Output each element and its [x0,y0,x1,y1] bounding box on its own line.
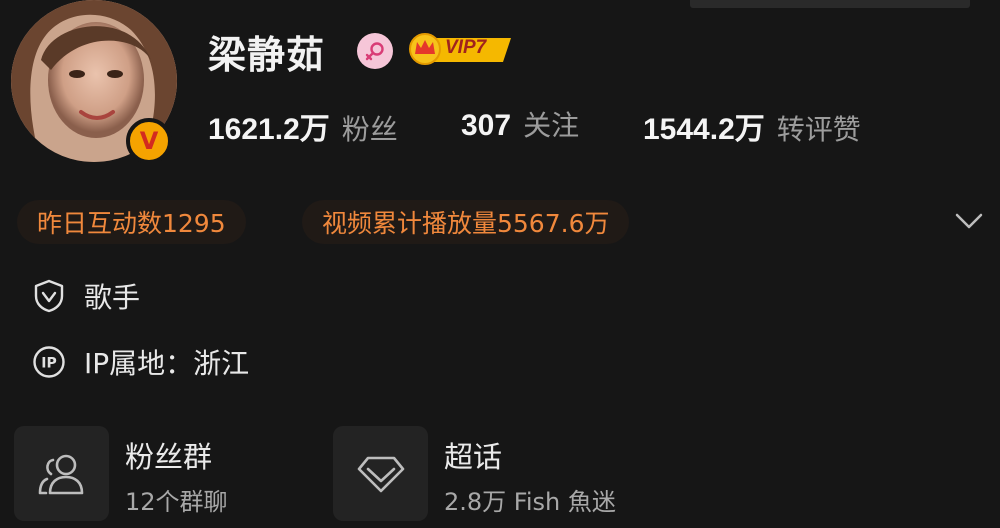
fan-group-title[interactable]: 粉丝群 [125,434,212,476]
top-cover-edge [690,0,970,8]
reposts-likes-count: 1544.2万 [643,113,765,146]
vip-level-label: VIP7 [445,37,487,58]
followers-label: 粉丝 [341,113,398,146]
fan-group-subtitle: 12个群聊 [125,488,228,516]
yesterday-interactions-pill[interactable]: 昨日互动数1295 [17,200,246,244]
occupation-row: 歌手 [32,276,140,316]
super-topic-subtitle: 2.8万 Fish 魚迷 [444,488,616,516]
occupation-text: 歌手 [84,281,141,314]
ip-location-text: IP属地：浙江 [84,347,250,380]
ip-icon: IP [32,345,66,379]
fan-group-card-icon[interactable] [14,426,109,521]
female-gender-icon [357,33,393,69]
svg-text:IP: IP [41,356,56,372]
verified-mark: V [139,127,159,155]
chevron-down-icon[interactable] [952,204,986,238]
following-label: 关注 [523,109,580,142]
diamond-icon [357,456,404,492]
video-plays-pill[interactable]: 视频累计播放量5567.6万 [302,200,630,244]
followers-count: 1621.2万 [208,113,330,146]
reposts-likes-label: 转评赞 [776,113,861,146]
stat-reposts-likes[interactable]: 1544.2万 转评赞 [643,104,861,148]
super-topic-card-icon[interactable] [333,426,428,521]
following-count: 307 [461,109,512,142]
group-icon [38,454,83,494]
verified-badge-icon: V [126,118,172,164]
stat-followers[interactable]: 1621.2万 粉丝 [208,104,398,148]
stat-following[interactable]: 307 关注 [461,104,579,144]
shield-verified-icon [32,279,66,313]
super-topic-title[interactable]: 超话 [444,434,502,476]
yesterday-interactions-text: 昨日互动数1295 [37,209,226,238]
ip-location-row: IP IP属地：浙江 [32,342,249,382]
video-plays-text: 视频累计播放量5567.6万 [322,209,610,238]
profile-name: 梁静茹 [208,33,326,77]
